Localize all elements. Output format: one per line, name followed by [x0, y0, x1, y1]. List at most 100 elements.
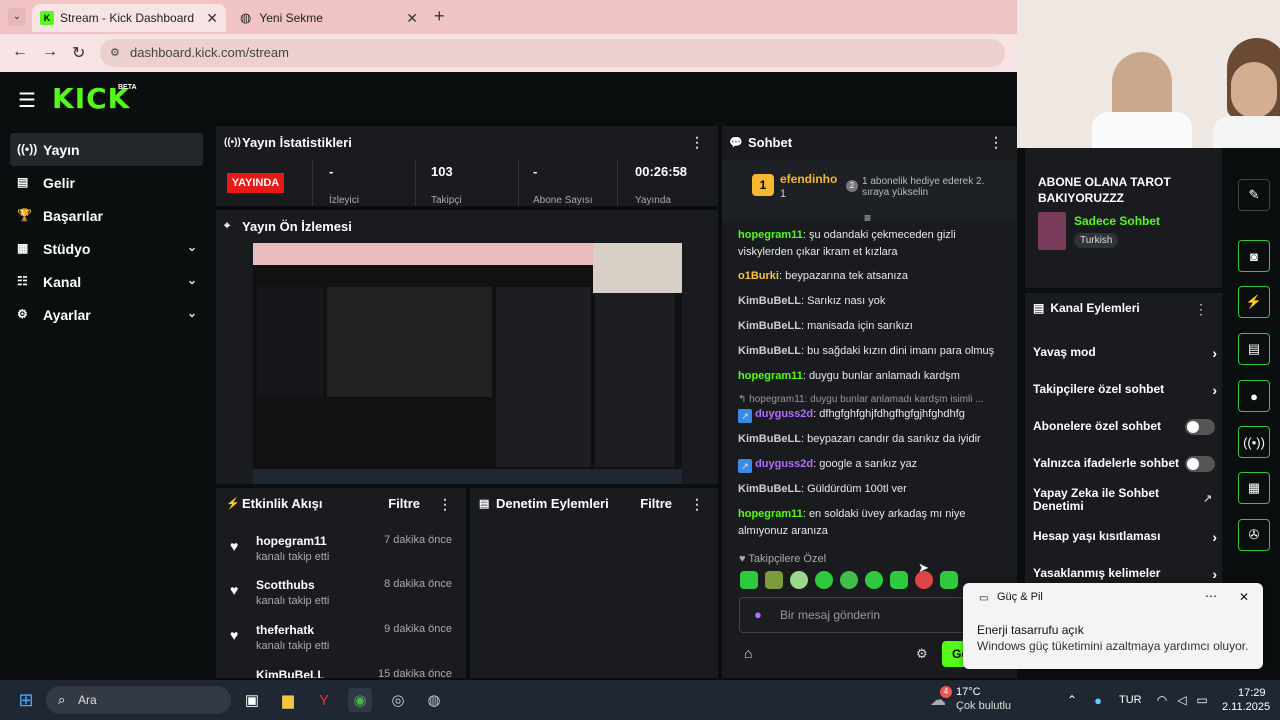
close-icon[interactable]: ✕ [1239, 590, 1249, 604]
preview-webcam [593, 243, 682, 293]
action-subscribers-only[interactable]: Abonelere özel sohbet [1033, 419, 1217, 435]
weather-desc: Çok bulutlu [956, 700, 1012, 712]
chat-username[interactable]: hopegram11 [738, 508, 803, 520]
chat-username[interactable]: KimBuBeLL [738, 320, 801, 332]
event-username[interactable]: hopegram11 [256, 534, 327, 548]
taskbar-search[interactable]: ⌕ Ara [46, 686, 231, 714]
category-thumbnail[interactable] [1038, 212, 1066, 250]
more-options-icon[interactable]: ⋮ [438, 496, 452, 513]
hamburger-menu-icon[interactable]: ☰ [18, 88, 36, 113]
emote-icon[interactable] [865, 571, 883, 589]
wrench-icon[interactable]: ✇ [1238, 519, 1270, 551]
chrome-icon[interactable]: ◉ [348, 688, 372, 712]
stream-preview-video[interactable] [253, 243, 682, 484]
subscribers-only-toggle[interactable] [1185, 419, 1215, 435]
close-icon[interactable]: ✕ [406, 10, 418, 27]
event-username[interactable]: KimBuBeLL [256, 668, 325, 678]
emote-icon[interactable] [840, 571, 858, 589]
filter-button[interactable]: Filtre [388, 496, 420, 511]
stat-divider [415, 160, 416, 206]
tab-new-tab[interactable]: ◍ Yeni Sekme ✕ [232, 4, 426, 32]
emote-icon[interactable] [765, 571, 783, 589]
tab-list-button[interactable]: ⌄ [8, 8, 26, 26]
more-options-icon[interactable]: ⋯ [1205, 589, 1217, 603]
pinned-username[interactable]: efendinho [780, 172, 837, 186]
store-icon[interactable]: ⌂ [744, 645, 752, 661]
app-icon[interactable]: ◎ [386, 688, 410, 712]
site-info-icon[interactable]: ⚙ [110, 39, 120, 67]
emote-icon[interactable] [890, 571, 908, 589]
url-field[interactable]: ⚙ dashboard.kick.com/stream [100, 39, 1005, 67]
camera-icon[interactable]: ◙ [1238, 240, 1270, 272]
notification-toast[interactable]: ▭ Güç & Pil ⋯ ✕ Enerji tasarrufu açık Wi… [963, 583, 1263, 669]
layout-icon: ▦ [17, 241, 29, 255]
more-options-icon[interactable]: ⋮ [690, 496, 704, 513]
emote-icon[interactable] [940, 571, 958, 589]
sidebar-item-kanal[interactable]: ☷ Kanal ⌄ [10, 265, 203, 298]
emote-icon[interactable] [790, 571, 808, 589]
action-account-age[interactable]: Hesap yaşı kısıtlaması › [1033, 529, 1217, 545]
chat-username[interactable]: duyguss2d [755, 458, 813, 470]
chat-bubble-icon[interactable]: ● [1238, 380, 1270, 412]
new-tab-button[interactable]: + [434, 6, 445, 27]
emote-icon[interactable] [740, 571, 758, 589]
followers-only-text: Takipçilere Özel [748, 553, 827, 565]
layout-icon[interactable]: ▦ [1238, 472, 1270, 504]
battery-icon[interactable]: ▭ [1190, 688, 1214, 712]
more-options-icon[interactable]: ⋮ [989, 134, 1003, 151]
windows-start-icon[interactable]: ⊞ [14, 688, 38, 712]
action-label: Yasaklanmış kelimeler [1033, 566, 1161, 580]
microphone-icon[interactable]: ● [754, 607, 762, 622]
action-slow-mode[interactable]: Yavaş mod › [1033, 345, 1217, 361]
task-view-icon[interactable]: ▣ [240, 688, 264, 712]
action-followers-only[interactable]: Takipçilere özel sohbet › [1033, 382, 1217, 398]
broadcast-icon[interactable]: ((•)) [1238, 426, 1270, 458]
notes-icon[interactable]: ▤ [1238, 333, 1270, 365]
emote-icon[interactable] [815, 571, 833, 589]
chat-input[interactable]: ● Bir mesaj gönderin [739, 597, 969, 633]
clock-time[interactable]: 17:29 [1238, 687, 1266, 699]
forward-icon[interactable]: → [42, 43, 58, 61]
category-name[interactable]: Sadece Sohbet [1074, 214, 1160, 228]
sidebar-item-ayarlar[interactable]: ⚙ Ayarlar ⌄ [10, 298, 203, 331]
action-ai-moderation[interactable]: Yapay Zeka ile Sohbet Denetimi [1033, 487, 1183, 513]
weather-widget[interactable]: ☁ 4 17°C Çok bulutlu [928, 684, 1018, 716]
app-icon[interactable]: ◍ [422, 688, 446, 712]
action-banned-words[interactable]: Yasaklanmış kelimeler › [1033, 566, 1217, 582]
emotes-only-toggle[interactable] [1185, 456, 1215, 472]
sidebar-item-studyo[interactable]: ▦ Stüdyo ⌄ [10, 232, 203, 265]
more-options-icon[interactable]: ⋮ [690, 134, 704, 151]
chat-username[interactable]: KimBuBeLL [738, 295, 801, 307]
chat-username[interactable]: o1Burki [738, 270, 779, 282]
sidebar-item-gelir[interactable]: ▤ Gelir [10, 166, 203, 199]
file-explorer-icon[interactable]: ▆ [276, 688, 300, 712]
chat-username[interactable]: hopegram11 [738, 229, 803, 241]
lightning-icon[interactable]: ⚡ [1238, 286, 1270, 318]
chat-username[interactable]: duyguss2d [755, 408, 813, 420]
yandex-browser-icon[interactable]: Y [312, 688, 336, 712]
chat-username[interactable]: KimBuBeLL [738, 345, 801, 357]
chat-text: manisada için sarıkızı [807, 320, 913, 332]
chat-username[interactable]: KimBuBeLL [738, 433, 801, 445]
tab-kick-dashboard[interactable]: K Stream - Kick Dashboard ✕ [32, 4, 226, 32]
chat-settings-icon[interactable]: ⚙ [916, 646, 928, 662]
collapse-icon[interactable]: ≡ [864, 211, 871, 225]
event-username[interactable]: Scotthubs [256, 578, 315, 592]
chat-text: duygu bunlar anlamadı kardşm [808, 370, 960, 382]
sidebar-item-yayin[interactable]: ((•)) Yayın [10, 133, 203, 166]
chat-username[interactable]: KimBuBeLL [738, 483, 801, 495]
chevron-up-icon[interactable]: ⌃ [1060, 688, 1084, 712]
filter-button[interactable]: Filtre [640, 496, 672, 511]
language-indicator[interactable]: TUR [1119, 694, 1142, 706]
chat-username[interactable]: hopegram11 [738, 370, 803, 382]
microphone-icon[interactable]: ● [1086, 688, 1110, 712]
close-icon[interactable]: ✕ [206, 10, 218, 27]
clock-date[interactable]: 2.11.2025 [1222, 701, 1270, 713]
pencil-icon[interactable]: ✎ [1238, 179, 1270, 211]
reload-icon[interactable]: ↻ [72, 43, 85, 63]
more-options-icon[interactable]: ⋮ [1194, 301, 1208, 318]
action-emotes-only[interactable]: Yalnızca ifadelerle sohbet [1033, 456, 1217, 472]
sidebar-item-basarilar[interactable]: 🏆 Başarılar [10, 199, 203, 232]
back-icon[interactable]: ← [12, 43, 28, 61]
event-username[interactable]: theferhatk [256, 623, 314, 637]
